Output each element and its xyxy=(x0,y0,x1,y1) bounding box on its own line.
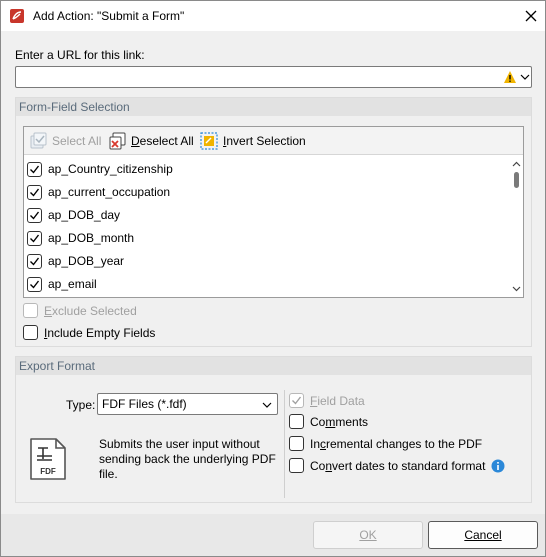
exclude-selected-box[interactable] xyxy=(23,303,38,318)
window-title: Add Action: "Submit a Form" xyxy=(33,9,185,23)
comments-checkbox[interactable]: Comments xyxy=(289,414,368,429)
include-empty-fields-box[interactable] xyxy=(23,325,38,340)
chevron-down-icon xyxy=(262,402,272,408)
export-format-header: Export Format xyxy=(16,357,531,375)
url-label: Enter a URL for this link: xyxy=(15,48,145,62)
field-label: ap_DOB_day xyxy=(48,208,121,222)
field-checkbox[interactable] xyxy=(27,207,42,223)
select-all-icon xyxy=(30,132,47,149)
field-checkbox[interactable] xyxy=(27,276,42,292)
type-label: Type: xyxy=(66,398,96,412)
fdf-icon-label: FDF xyxy=(40,467,56,476)
checkmark-icon xyxy=(30,234,40,243)
title-bar: Add Action: "Submit a Form" xyxy=(1,1,545,31)
url-input[interactable] xyxy=(18,68,498,86)
incremental-changes-label: Incremental changes to the PDF xyxy=(310,436,483,451)
checkmark-icon xyxy=(30,280,40,289)
info-icon[interactable] xyxy=(491,459,505,473)
convert-dates-label: Convert dates to standard format xyxy=(310,458,486,473)
deselect-all-icon xyxy=(109,132,126,150)
scroll-thumb[interactable] xyxy=(514,172,519,188)
field-label: ap_current_occupation xyxy=(48,185,171,199)
scroll-down-icon[interactable] xyxy=(512,284,521,293)
checkmark-icon xyxy=(30,188,40,197)
field-checkbox[interactable] xyxy=(27,161,42,177)
dialog-window: Add Action: "Submit a Form" Enter a URL … xyxy=(0,0,546,557)
include-empty-fields-label: Include Empty Fields xyxy=(44,325,156,340)
invert-selection-icon xyxy=(200,132,218,150)
url-combobox[interactable] xyxy=(15,66,532,88)
field-label: ap_email xyxy=(48,277,97,291)
checkmark-icon xyxy=(292,396,302,405)
field-label: ap_DOB_month xyxy=(48,231,135,245)
exclude-selected-label: Exclude Selected xyxy=(44,303,137,318)
field-item-4[interactable]: ap_DOB_year xyxy=(27,251,124,271)
chevron-down-icon[interactable] xyxy=(520,71,530,83)
invert-selection-button[interactable]: Invert Selection xyxy=(199,130,306,152)
select-all-button[interactable]: Select All xyxy=(28,130,101,152)
convert-dates-box[interactable] xyxy=(289,458,304,473)
select-all-label: Select All xyxy=(52,134,102,148)
field-data-box[interactable] xyxy=(289,393,304,408)
ok-button[interactable]: OK xyxy=(313,521,423,549)
field-data-label: Field Data xyxy=(310,393,365,408)
incremental-changes-checkbox[interactable]: Incremental changes to the PDF xyxy=(289,436,482,451)
ok-label: OK xyxy=(359,528,377,542)
field-item-5[interactable]: ap_email xyxy=(27,274,97,294)
field-item-0[interactable]: ap_Country_citizenship xyxy=(27,159,173,179)
fdf-file-icon: FDF xyxy=(30,438,66,480)
field-list-scrollbar[interactable] xyxy=(510,156,523,297)
comments-box[interactable] xyxy=(289,414,304,429)
deselect-all-button[interactable]: Deselect All xyxy=(107,130,194,152)
type-select-value: FDF Files (*.fdf) xyxy=(102,397,187,411)
field-item-3[interactable]: ap_DOB_month xyxy=(27,228,134,248)
type-select[interactable]: FDF Files (*.fdf) xyxy=(97,393,278,415)
checkmark-icon xyxy=(30,257,40,266)
field-list-panel: Select All Deselect All Invert Selection xyxy=(23,126,524,298)
deselect-all-label: Deselect All xyxy=(131,134,194,148)
cancel-label: Cancel xyxy=(464,528,502,542)
incremental-changes-box[interactable] xyxy=(289,436,304,451)
checkmark-icon xyxy=(30,165,40,174)
field-checkbox[interactable] xyxy=(27,230,42,246)
export-divider xyxy=(284,390,285,498)
field-label: ap_DOB_year xyxy=(48,254,125,268)
cancel-button[interactable]: Cancel xyxy=(428,521,538,549)
app-icon xyxy=(10,9,24,23)
comments-label: Comments xyxy=(310,414,369,429)
warning-icon xyxy=(504,71,516,83)
form-field-selection-header: Form-Field Selection xyxy=(16,98,531,116)
include-empty-fields-checkbox[interactable]: Include Empty Fields xyxy=(23,325,155,340)
field-item-1[interactable]: ap_current_occupation xyxy=(27,182,170,202)
scroll-up-icon[interactable] xyxy=(512,160,521,169)
field-toolbar: Select All Deselect All Invert Selection xyxy=(24,127,523,155)
exclude-selected-checkbox[interactable]: Exclude Selected xyxy=(23,303,137,318)
close-icon[interactable] xyxy=(521,6,541,26)
export-description: Submits the user input without sending b… xyxy=(99,437,276,481)
field-data-checkbox[interactable]: Field Data xyxy=(289,393,365,408)
field-item-2[interactable]: ap_DOB_day xyxy=(27,205,120,225)
invert-selection-label: Invert Selection xyxy=(223,134,306,148)
convert-dates-checkbox[interactable]: Convert dates to standard format xyxy=(289,458,505,473)
checkmark-icon xyxy=(30,211,40,220)
field-checkbox[interactable] xyxy=(27,253,42,269)
field-label: ap_Country_citizenship xyxy=(48,162,173,176)
field-checkbox[interactable] xyxy=(27,184,42,200)
